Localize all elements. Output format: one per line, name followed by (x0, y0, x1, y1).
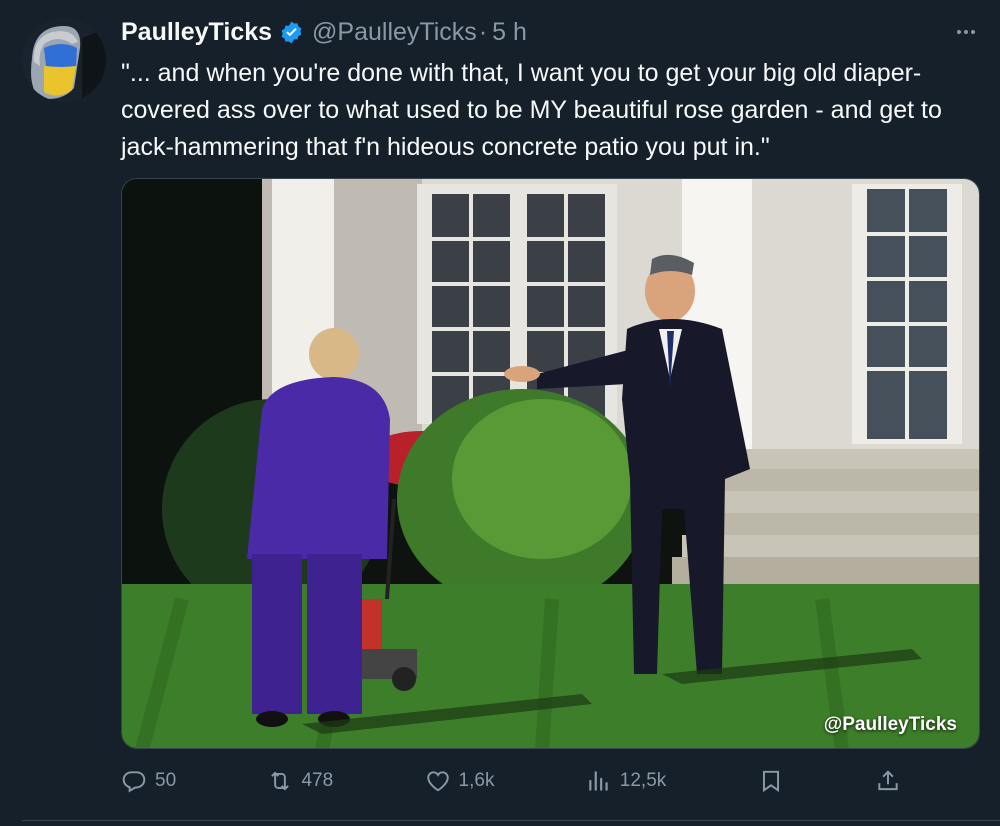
author-display-name[interactable]: PaulleyTicks (121, 18, 272, 47)
reply-button[interactable]: 50 (121, 768, 176, 794)
reply-icon (122, 771, 146, 793)
media-image (122, 179, 979, 748)
separator-dot: · (478, 17, 488, 46)
bookmark-icon (762, 770, 779, 793)
avatar-image (22, 18, 106, 102)
views-button[interactable]: 12,5k (586, 768, 666, 794)
share-icon (878, 770, 898, 791)
tweet-media[interactable]: @PaulleyTicks (121, 178, 980, 749)
bookmark-button[interactable] (758, 768, 784, 794)
views-icon (589, 771, 608, 791)
author-handle[interactable]: @PaulleyTicks (312, 18, 477, 47)
divider (22, 820, 1000, 821)
views-count: 12,5k (619, 770, 667, 791)
retweet-count: 478 (301, 770, 334, 791)
reply-count: 50 (155, 770, 177, 791)
tweet-header: PaulleyTicks @PaulleyTicks · 5 h (121, 14, 527, 50)
media-watermark: @PaulleyTicks (823, 714, 957, 735)
like-icon (426, 771, 449, 792)
tweet-text: "... and when you're done with that, I w… (121, 59, 942, 161)
retweet-button[interactable]: 478 (267, 768, 333, 794)
more-icon[interactable] (952, 18, 980, 46)
verified-badge-icon[interactable] (279, 20, 304, 45)
retweet-icon (271, 771, 290, 791)
like-count: 1,6k (458, 770, 495, 791)
like-button[interactable]: 1,6k (425, 768, 495, 794)
share-button[interactable] (875, 768, 901, 794)
timestamp[interactable]: 5 h (492, 18, 527, 47)
tweet-actions: 50 478 1,6k 12,5k (121, 764, 901, 798)
avatar[interactable] (22, 18, 106, 102)
